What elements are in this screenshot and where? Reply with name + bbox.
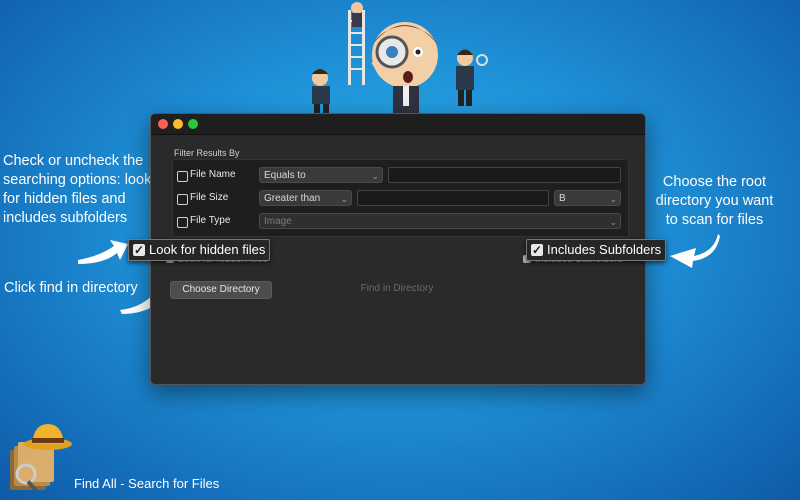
mascot-illustration [300,0,500,115]
app-icon [8,420,72,492]
file-type-label: File Type [190,215,231,226]
file-size-input[interactable] [357,190,549,206]
file-name-condition-value: Equals to [264,170,306,181]
arrow-right-icon [78,240,128,264]
file-size-unit-select[interactable]: B ⌄ [554,190,621,206]
title-bar [151,114,645,135]
file-type-select[interactable]: Image ⌄ [259,213,621,229]
file-name-condition-select[interactable]: Equals to ⌄ [259,167,383,183]
subfolders-zoom[interactable]: Includes Subfolders [526,239,667,261]
file-type-checkbox[interactable] [177,217,188,228]
choose-directory-button[interactable]: Choose Directory [170,281,272,299]
callout-search-options: Check or uncheck the searching options: … [3,153,152,226]
file-name-checkbox[interactable] [177,171,188,182]
file-name-label: File Name [190,169,236,180]
file-size-unit-value: B [559,193,566,204]
arrow-left-icon [670,234,720,268]
file-size-label: File Size [190,192,229,203]
hidden-files-zoom-label: Look for hidden files [149,242,266,257]
checkmark-icon [133,240,145,260]
close-window-button[interactable] [158,119,168,129]
app-name: Find All - Search for Files [74,476,220,491]
file-type-value: Image [264,216,292,227]
chevron-down-icon: ⌄ [609,217,617,227]
checkmark-icon [531,240,543,260]
filter-panel: File Name Equals to ⌄ File Size Greater … [172,159,629,237]
filter-row-file-name: File Name Equals to ⌄ [173,166,628,186]
filter-row-file-type: File Type Image ⌄ [173,212,628,232]
callout-root-directory: Choose the root directory you want to sc… [655,174,774,228]
file-size-condition-select[interactable]: Greater than ⌄ [259,190,352,206]
file-name-input[interactable] [388,167,621,183]
minimize-window-button[interactable] [173,119,183,129]
file-size-checkbox[interactable] [177,194,188,205]
chevron-down-icon: ⌄ [609,194,617,204]
subfolders-zoom-label: Includes Subfolders [547,242,662,257]
chevron-down-icon: ⌄ [371,171,379,181]
hidden-files-zoom[interactable]: Look for hidden files [128,239,271,261]
chevron-down-icon: ⌄ [340,194,348,204]
zoom-window-button[interactable] [188,119,198,129]
filter-row-file-size: File Size Greater than ⌄ B ⌄ [173,189,628,209]
filter-title: Filter Results By [174,148,240,158]
find-in-directory-button[interactable]: Find in Directory [347,281,447,297]
file-size-condition-value: Greater than [264,193,321,204]
